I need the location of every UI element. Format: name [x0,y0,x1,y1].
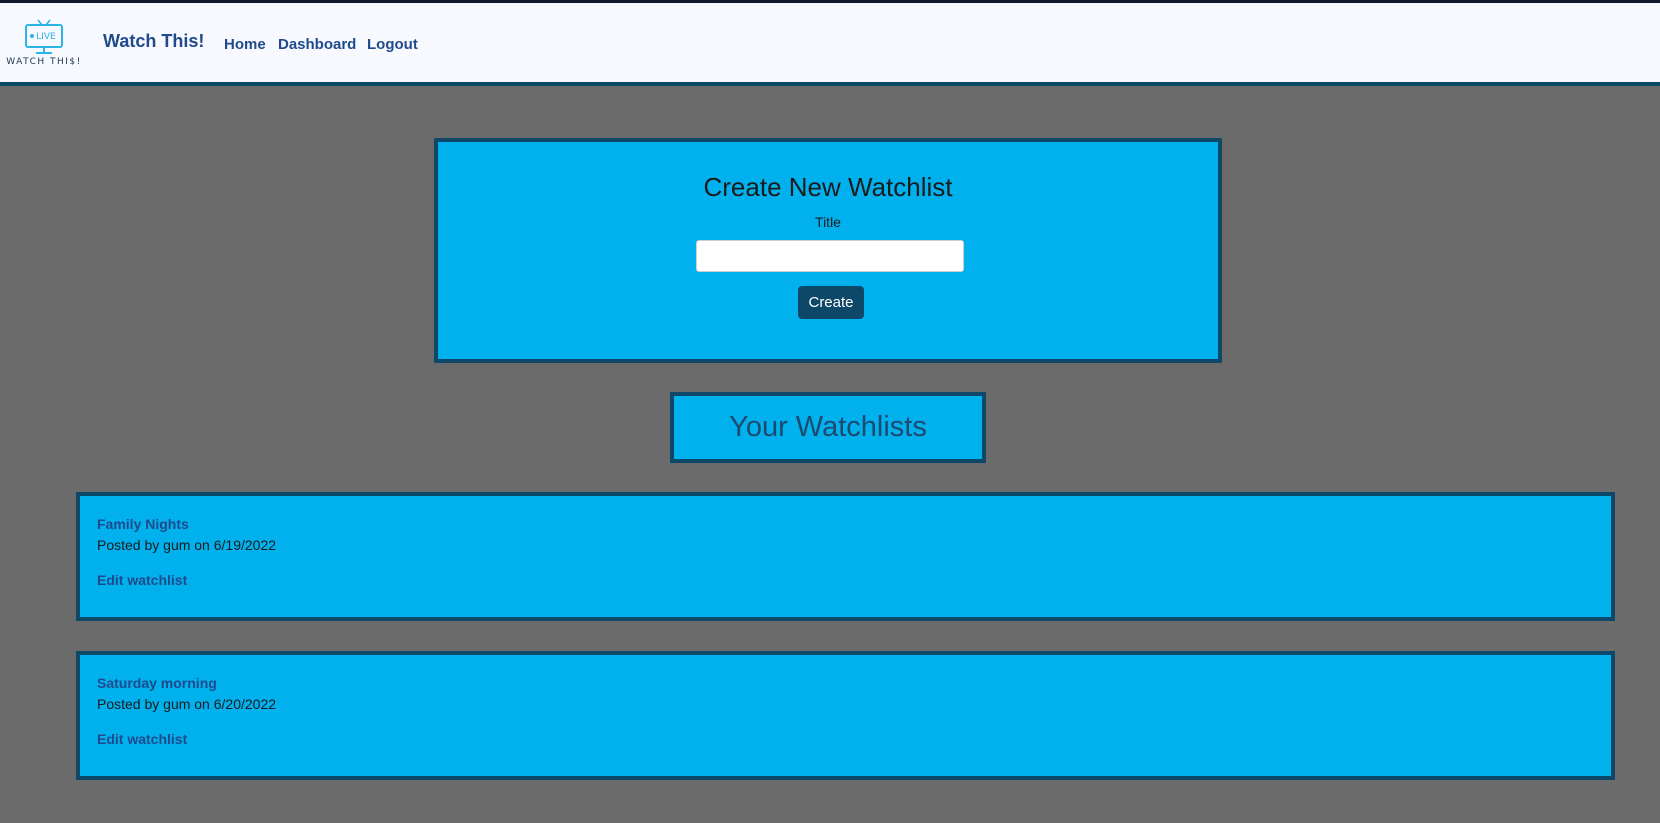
watchlists-heading-box: Your Watchlists [670,392,986,463]
create-button[interactable]: Create [798,286,864,319]
brand-link[interactable]: Watch This! [103,31,204,52]
logo[interactable]: LIVE WATCH THI$! [2,19,86,71]
watchlist-meta: Posted by gum on 6/20/2022 [97,696,277,712]
watchlist-title-link[interactable]: Saturday morning [97,675,217,691]
watchlist-meta: Posted by gum on 6/19/2022 [97,537,277,553]
title-label: Title [815,214,841,230]
create-watchlist-form: Create New Watchlist Title Create [434,138,1222,363]
edit-watchlist-link[interactable]: Edit watchlist [97,572,187,588]
navbar: LIVE WATCH THI$! Watch This! Home Dashbo… [0,3,1660,86]
watchlist-card: Family Nights Posted by gum on 6/19/2022… [76,492,1615,621]
nav-link-dashboard[interactable]: Dashboard [278,36,356,53]
watchlist-title-link[interactable]: Family Nights [97,516,189,532]
nav-link-logout[interactable]: Logout [367,36,418,53]
tv-icon: LIVE [25,19,63,54]
title-input[interactable] [696,240,964,272]
section-heading: Your Watchlists [729,411,927,443]
edit-watchlist-link[interactable]: Edit watchlist [97,731,187,747]
logo-text: WATCH THI$! [6,57,82,67]
logo-badge: LIVE [36,32,56,42]
watchlist-card: Saturday morning Posted by gum on 6/20/2… [76,651,1615,780]
form-heading: Create New Watchlist [703,172,953,202]
nav-link-home[interactable]: Home [224,36,266,53]
